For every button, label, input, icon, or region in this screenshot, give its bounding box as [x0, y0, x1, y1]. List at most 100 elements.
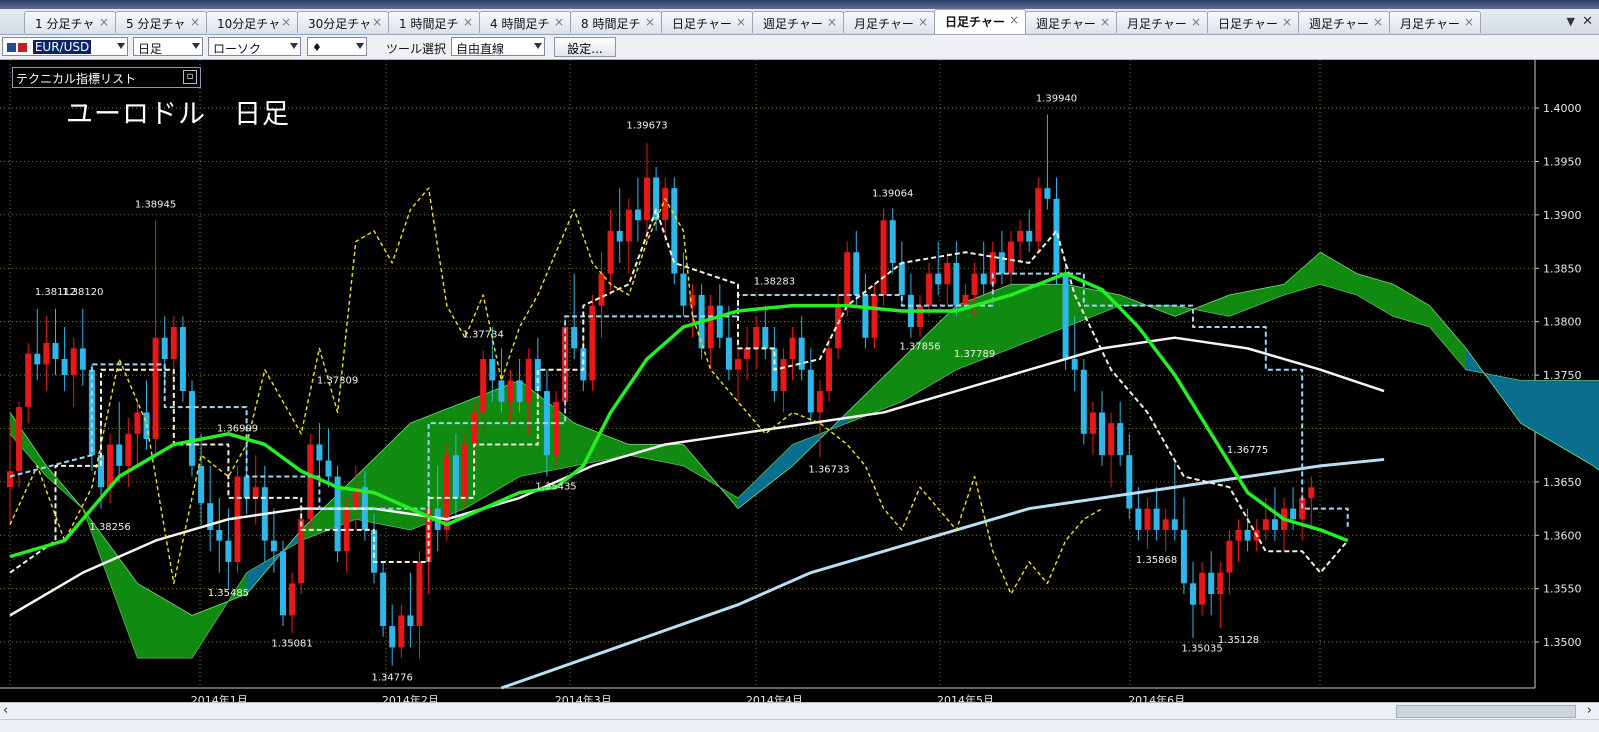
tab-15[interactable]: 週足チャー × [1298, 11, 1390, 33]
symbol-select[interactable]: EUR/USD [2, 37, 128, 56]
tab-1[interactable]: 1 分足チャ × [24, 11, 116, 33]
price-annotation: 1.37789 [954, 349, 995, 360]
candle-body [898, 262, 905, 295]
tab-6[interactable]: 4 時間足チ × [479, 11, 571, 33]
candle-body [807, 369, 814, 413]
scroll-right-icon[interactable]: › [1587, 703, 1592, 718]
tab-close-icon[interactable]: × [554, 15, 564, 29]
tab-16[interactable]: 月足チャー × [1389, 11, 1481, 33]
candle-body [216, 529, 223, 541]
candle-body [1126, 455, 1133, 509]
candle-body [43, 343, 50, 365]
candle-body [1271, 519, 1278, 530]
candle-body [1135, 508, 1142, 530]
price-annotation: 1.35035 [1181, 644, 1222, 655]
candle-body [1117, 423, 1124, 456]
tab-label: 1 分足チャ [35, 17, 95, 31]
tab-close-icon[interactable]: × [99, 15, 109, 29]
tab-close-icon[interactable]: × [190, 15, 200, 29]
tab-close-icon[interactable]: × [1282, 15, 1292, 29]
period-value: 日足 [138, 42, 163, 56]
tab-close-icon[interactable]: × [736, 15, 746, 29]
ichimoku-cloud-segment [1283, 251, 1321, 296]
tab-close-icon[interactable]: × [827, 15, 837, 29]
candle-body [389, 626, 396, 648]
tab-7[interactable]: 8 時間足チ × [570, 11, 662, 33]
tab-close-icon[interactable]: × [1464, 15, 1474, 29]
tab-9[interactable]: 週足チャー × [752, 11, 844, 33]
candle-body [844, 252, 851, 306]
price-annotation: 1.36775 [1227, 445, 1268, 456]
price-annotation: 1.36999 [217, 424, 258, 435]
candle-body [407, 615, 414, 627]
tab-10[interactable]: 月足チャー × [843, 11, 935, 33]
tab-label: 月足チャー [1127, 17, 1187, 31]
collapse-panel-icon[interactable]: ▫ [183, 70, 197, 84]
candle-body [134, 412, 141, 434]
tab-close-icon[interactable]: × [281, 15, 291, 29]
indicator-list-panel[interactable]: テクニカル指標リスト ▫ [12, 67, 201, 88]
candle-body [853, 252, 860, 295]
tab-close-icon[interactable]: × [918, 15, 928, 29]
candle-body [243, 476, 250, 498]
tab-close-icon[interactable]: × [645, 15, 655, 29]
candle-body [926, 273, 933, 306]
candle-body [462, 444, 468, 498]
settings-button[interactable]: 設定... [554, 37, 616, 57]
period-select[interactable]: 日足 [133, 37, 203, 56]
candle-body [25, 353, 32, 408]
chart-style-value: ローソク [213, 42, 262, 56]
candle-body [880, 220, 887, 295]
price-annotation: 1.38256 [89, 522, 130, 533]
tab-label: 4 時間足チ [490, 17, 550, 31]
candle-body [762, 327, 769, 349]
candle-body [298, 519, 305, 584]
price-chart[interactable]: 1.40001.39501.39001.38501.38001.37501.37… [0, 60, 1599, 702]
tab-5[interactable]: 1 時間足チ × [388, 11, 480, 33]
tab-14[interactable]: 日足チャー × [1207, 11, 1299, 33]
tab-list-dropdown-icon[interactable]: ▼ [1567, 15, 1575, 28]
scrollbar-thumb[interactable] [1396, 705, 1576, 718]
candle-body [980, 273, 987, 285]
tab-12[interactable]: 週足チャー × [1025, 11, 1117, 33]
candle-body [452, 455, 459, 498]
candle-body [889, 220, 896, 263]
horizontal-scrollbar[interactable]: ‹ › [0, 702, 1599, 720]
candle-body [598, 273, 605, 306]
ichimoku-cloud-segment [137, 582, 193, 659]
candle-body [34, 353, 41, 365]
tab-close-icon[interactable]: × [1100, 15, 1110, 29]
drawing-tool-select[interactable]: 自由直線 [451, 37, 545, 56]
ichimoku-cloud-segment [737, 443, 793, 510]
chart-style-select[interactable]: ローソク [208, 37, 301, 56]
candle-body [634, 209, 641, 221]
y-tick-label: 1.3500 [1543, 636, 1582, 649]
candle-body [935, 273, 942, 285]
tab-3[interactable]: 10分足チャ × [206, 11, 298, 33]
tab-8[interactable]: 日足チャー × [661, 11, 753, 33]
tab-close-icon[interactable]: × [1009, 13, 1019, 27]
close-icon[interactable]: ✕ [1582, 14, 1593, 29]
tab-13[interactable]: 月足チャー × [1116, 11, 1208, 33]
chart-overlay-title: ユーロドル 日足 [66, 99, 290, 130]
candle-type-select[interactable]: ♦ [307, 37, 367, 56]
scroll-left-icon[interactable]: ‹ [3, 703, 8, 718]
tab-2[interactable]: 5 分足チャ × [115, 11, 207, 33]
tab-11[interactable]: 日足チャー × [934, 9, 1026, 34]
candle-body [79, 348, 86, 370]
tab-close-icon[interactable]: × [1191, 15, 1201, 29]
tab-close-icon[interactable]: × [372, 15, 382, 29]
tab-close-icon[interactable]: × [1373, 15, 1383, 29]
candle-body [371, 529, 377, 573]
candle-body [416, 561, 423, 627]
tab-close-icon[interactable]: × [463, 15, 473, 29]
candle-body [1099, 412, 1105, 456]
x-tick-label: 2014年1月 [191, 693, 248, 702]
price-annotation: 1.39064 [872, 189, 913, 200]
candle-body [125, 433, 132, 466]
chart-canvas[interactable]: 1.40001.39501.39001.38501.38001.37501.37… [0, 60, 1599, 702]
candle-body [52, 343, 59, 360]
tab-4[interactable]: 30分足チャ × [297, 11, 389, 33]
ichimoku-cloud-segment [1392, 283, 1430, 328]
chart-toolbar: EUR/USD 日足 ローソク ♦ ツール選択 自由直線 設定... [0, 35, 1599, 60]
